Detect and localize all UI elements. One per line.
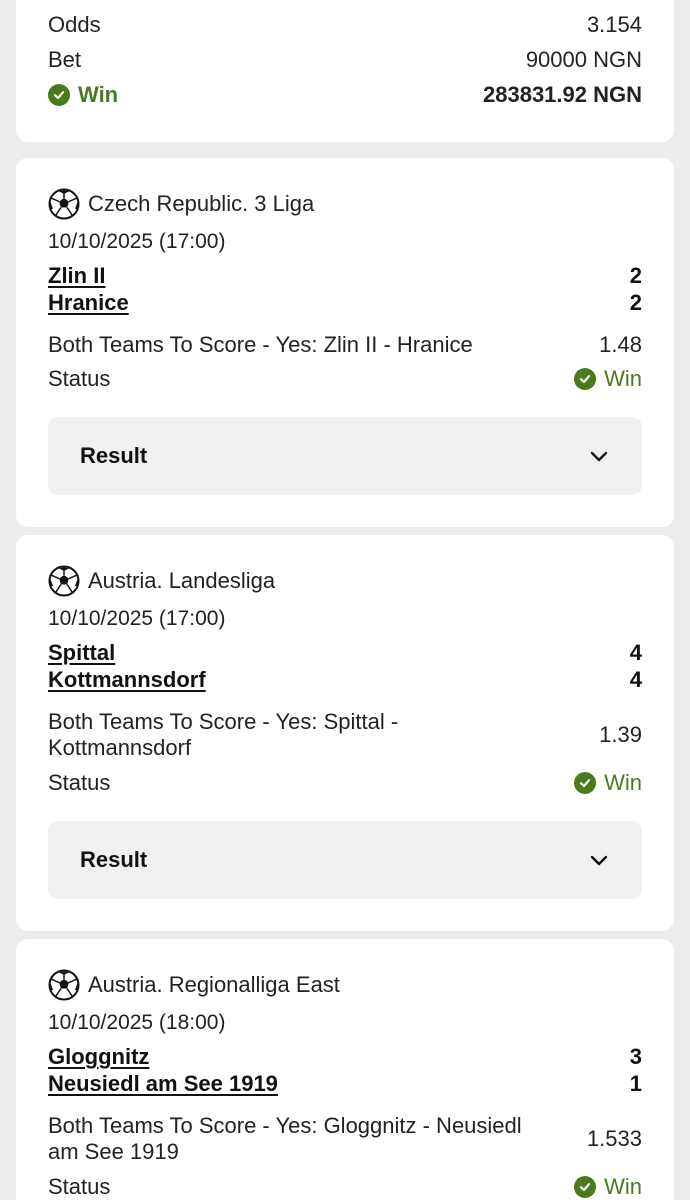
score-away: 4 [629, 667, 642, 692]
status-badge: Win [574, 366, 642, 392]
status-label: Status [48, 1174, 111, 1199]
result-label: Result [80, 847, 148, 872]
team-away-link[interactable]: Hranice [48, 290, 129, 316]
coupon-summary-card: Odds 3.154 Bet 90000 NGN Win 283831.92 N… [16, 0, 674, 142]
score-home: 2 [629, 263, 642, 288]
league-name: Austria. Regionalliga East [88, 972, 340, 997]
status-row: Status Win [48, 770, 642, 796]
match-card: Austria. Regionalliga East 10/10/2025 (1… [16, 939, 674, 1200]
soccer-ball-icon [48, 188, 80, 220]
bet-row: Bet 90000 NGN [48, 47, 642, 73]
odds-row: Odds 3.154 [48, 12, 642, 38]
bet-value: 90000 NGN [525, 47, 642, 72]
status-badge: Win [574, 770, 642, 796]
score-home: 4 [629, 640, 642, 665]
status-value: Win [604, 366, 642, 391]
status-row: Status Win [48, 366, 642, 392]
match-datetime: 10/10/2025 (17:00) [48, 607, 226, 630]
league-header: Czech Republic. 3 Liga [48, 188, 314, 220]
soccer-ball-icon [48, 969, 80, 1001]
check-circle-icon [574, 368, 597, 390]
chevron-down-icon [590, 451, 608, 462]
team-row-home: Gloggnitz 3 [48, 1044, 642, 1070]
coupon-page: Odds 3.154 Bet 90000 NGN Win 283831.92 N… [0, 0, 690, 1200]
win-label: Win [78, 82, 119, 107]
bet-selection-row: Both Teams To Score - Yes: Zlin II - Hra… [48, 332, 642, 358]
score-home: 3 [629, 1044, 642, 1069]
team-away-link[interactable]: Neusiedl am See 1919 [48, 1071, 278, 1097]
chevron-down-icon [590, 855, 608, 866]
team-home-link[interactable]: Spittal [48, 640, 115, 666]
team-row-away: Hranice 2 [48, 290, 642, 316]
league-header: Austria. Regionalliga East [48, 969, 340, 1001]
result-expand-button[interactable]: Result [48, 821, 642, 899]
selection-odds: 1.533 [586, 1126, 642, 1151]
odds-value: 3.154 [586, 12, 642, 37]
soccer-ball-icon [48, 565, 80, 597]
result-label: Result [80, 443, 148, 468]
team-home-link[interactable]: Zlin II [48, 263, 105, 289]
win-status: Win [48, 82, 118, 108]
status-label: Status [48, 366, 111, 391]
team-row-home: Zlin II 2 [48, 263, 642, 289]
team-home-link[interactable]: Gloggnitz [48, 1044, 149, 1070]
team-row-away: Kottmannsdorf 4 [48, 667, 642, 693]
check-circle-icon [48, 84, 70, 106]
team-row-home: Spittal 4 [48, 640, 642, 666]
match-datetime: 10/10/2025 (18:00) [48, 1011, 226, 1034]
match-card: Czech Republic. 3 Liga 10/10/2025 (17:00… [16, 158, 674, 527]
odds-label: Odds [48, 12, 101, 37]
league-name: Czech Republic. 3 Liga [88, 191, 315, 216]
check-circle-icon [574, 1176, 597, 1198]
bet-selection: Both Teams To Score - Yes: Spittal - Kot… [48, 709, 399, 760]
result-expand-button[interactable]: Result [48, 417, 642, 495]
status-badge: Win [574, 1174, 642, 1200]
league-header: Austria. Landesliga [48, 565, 275, 597]
team-row-away: Neusiedl am See 1919 1 [48, 1071, 642, 1097]
bet-selection: Both Teams To Score - Yes: Zlin II - Hra… [48, 332, 473, 357]
selection-odds: 1.48 [599, 332, 642, 357]
selection-odds: 1.39 [599, 722, 642, 747]
win-row: Win 283831.92 NGN [48, 82, 642, 108]
score-away: 1 [629, 1071, 642, 1096]
match-card: Austria. Landesliga 10/10/2025 (17:00) S… [16, 535, 674, 931]
bet-label: Bet [48, 47, 82, 72]
score-away: 2 [629, 290, 642, 315]
league-name: Austria. Landesliga [88, 568, 276, 593]
team-away-link[interactable]: Kottmannsdorf [48, 667, 206, 693]
check-circle-icon [574, 772, 597, 794]
match-datetime: 10/10/2025 (17:00) [48, 230, 226, 253]
status-row: Status Win [48, 1174, 642, 1200]
win-amount: 283831.92 NGN [483, 82, 642, 107]
bet-selection-row: Both Teams To Score - Yes: Gloggnitz - N… [48, 1113, 642, 1165]
status-label: Status [48, 770, 111, 795]
bet-selection: Both Teams To Score - Yes: Gloggnitz - N… [48, 1113, 522, 1164]
status-value: Win [604, 1174, 642, 1199]
bet-selection-row: Both Teams To Score - Yes: Spittal - Kot… [48, 709, 642, 761]
status-value: Win [604, 770, 642, 795]
